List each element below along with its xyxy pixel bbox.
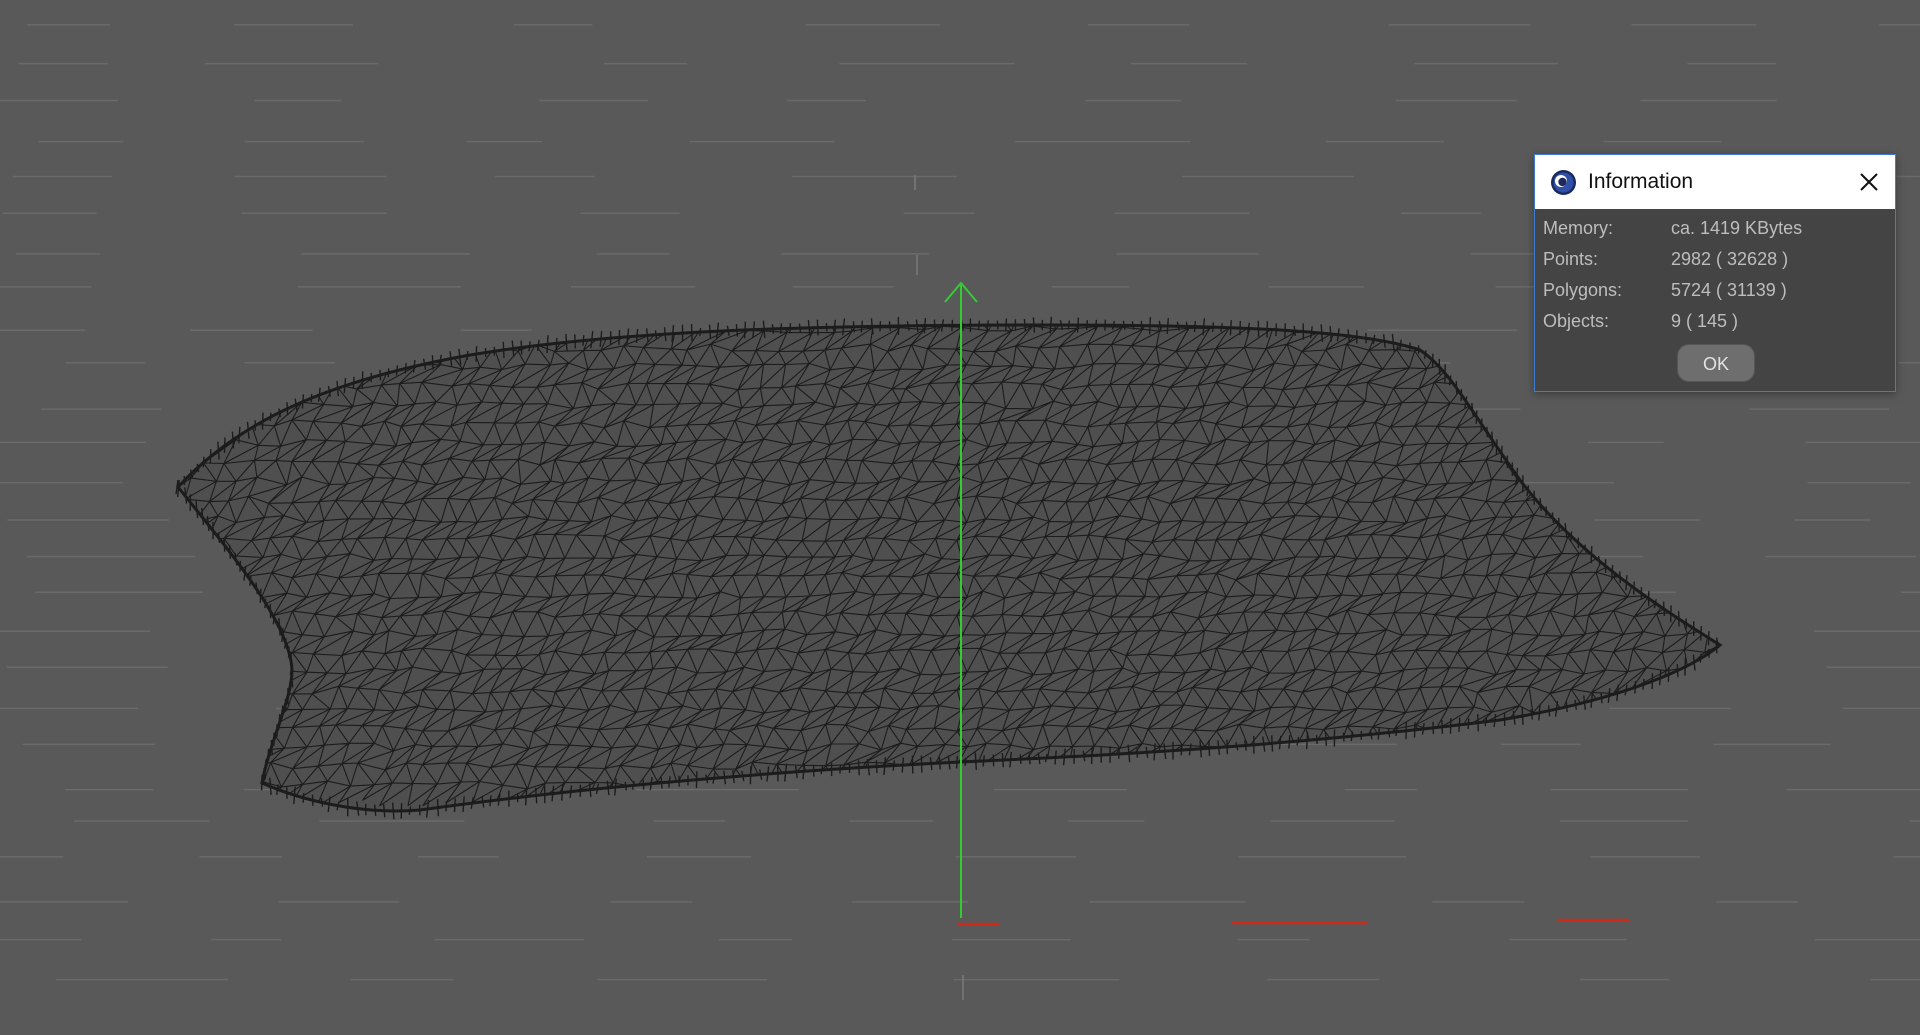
info-row-memory: Memory: ca. 1419 KBytes — [1543, 218, 1883, 244]
objects-value: 9 ( 145 ) — [1671, 311, 1739, 331]
objects-label: Objects: — [1543, 311, 1610, 331]
close-icon[interactable] — [1853, 166, 1885, 198]
x-axis-segments — [958, 918, 1630, 926]
points-value: 2982 ( 32628 ) — [1671, 249, 1789, 269]
dialog-title: Information — [1588, 170, 1694, 193]
memory-label: Memory: — [1543, 218, 1614, 238]
info-row-polygons: Polygons: 5724 ( 31139 ) — [1543, 280, 1883, 306]
info-row-objects: Objects: 9 ( 145 ) — [1543, 311, 1883, 337]
polygons-value: 5724 ( 31139 ) — [1671, 280, 1787, 300]
info-row-points: Points: 2982 ( 32628 ) — [1543, 249, 1883, 275]
memory-value: ca. 1419 KBytes — [1671, 218, 1803, 238]
polygons-label: Polygons: — [1543, 280, 1623, 300]
points-label: Points: — [1543, 249, 1599, 269]
dialog-titlebar[interactable]: Information — [1535, 155, 1895, 209]
ok-button[interactable]: OK — [1677, 344, 1755, 382]
cinema4d-logo-icon — [1551, 170, 1576, 195]
information-dialog[interactable]: Information Memory: ca. 1419 KBytes Poin… — [1534, 154, 1896, 392]
